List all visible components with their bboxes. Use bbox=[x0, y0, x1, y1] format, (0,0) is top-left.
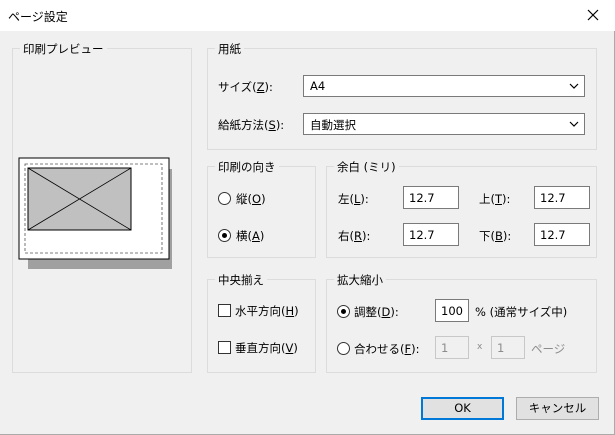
paper-size-value: A4 bbox=[310, 79, 326, 93]
paper-group: 用紙 サイズ(Z): A4 給紙方法(S): 自動選択 bbox=[207, 41, 597, 150]
fit-radio[interactable] bbox=[337, 342, 350, 355]
paper-size-select[interactable]: A4 bbox=[303, 75, 585, 97]
center-vertical-checkbox[interactable] bbox=[218, 341, 231, 354]
landscape-radio[interactable] bbox=[218, 229, 231, 242]
paper-source-select[interactable]: 自動選択 bbox=[303, 113, 585, 135]
margin-left-label: 左(L): bbox=[338, 192, 369, 206]
window-title: ページ設定 bbox=[8, 10, 68, 24]
center-vertical-label[interactable]: 垂直方向(V) bbox=[235, 340, 298, 356]
center-horizontal-checkbox[interactable] bbox=[218, 304, 231, 317]
fit-x-label: x bbox=[477, 342, 483, 352]
page-preview bbox=[18, 157, 172, 269]
ok-button[interactable]: OK bbox=[421, 397, 504, 420]
margin-right-input[interactable]: 12.7 bbox=[403, 223, 459, 246]
fit-pages-label: ページ bbox=[531, 342, 566, 356]
portrait-label[interactable]: 縦(O) bbox=[236, 191, 266, 207]
paper-source-value: 自動選択 bbox=[310, 118, 356, 132]
landscape-label[interactable]: 横(A) bbox=[236, 228, 264, 244]
adjust-suffix: % (通常サイズ中) bbox=[475, 305, 568, 319]
margins-group: 余白 (ミリ) 左(L): 12.7 上(T): 12.7 右(R): 12.7… bbox=[326, 159, 597, 258]
center-group: 中央揃え 水平方向(H) 垂直方向(V) bbox=[207, 272, 316, 373]
preview-group-label: 印刷プレビュー bbox=[20, 41, 107, 57]
portrait-radio[interactable] bbox=[218, 192, 231, 205]
fit-height-input[interactable]: 1 bbox=[491, 336, 525, 359]
margin-bottom-label: 下(B): bbox=[479, 229, 512, 243]
orientation-group: 印刷の向き 縦(O) 横(A) bbox=[207, 159, 316, 258]
preview-group: 印刷プレビュー bbox=[12, 41, 192, 373]
chevron-down-icon bbox=[569, 121, 579, 127]
adjust-percent-input[interactable]: 100 bbox=[435, 299, 469, 322]
cancel-button[interactable]: キャンセル bbox=[516, 397, 599, 420]
fit-label[interactable]: 合わせる(F): bbox=[354, 341, 420, 357]
margin-right-label: 右(R): bbox=[338, 229, 371, 243]
margin-top-label: 上(T): bbox=[479, 192, 511, 206]
margin-left-input[interactable]: 12.7 bbox=[403, 186, 459, 209]
paper-group-label: 用紙 bbox=[215, 41, 244, 57]
scaling-group: 拡大縮小 調整(D): 100 % (通常サイズ中) 合わせる(F): 1 x … bbox=[326, 272, 597, 373]
adjust-label[interactable]: 調整(D): bbox=[354, 304, 399, 320]
title-bar: ページ設定 bbox=[0, 0, 615, 31]
margin-bottom-input[interactable]: 12.7 bbox=[534, 223, 590, 246]
margin-top-input[interactable]: 12.7 bbox=[534, 186, 590, 209]
orientation-group-label: 印刷の向き bbox=[215, 159, 279, 175]
chevron-down-icon bbox=[569, 83, 579, 89]
paper-size-label: サイズ(Z): bbox=[218, 80, 273, 94]
center-group-label: 中央揃え bbox=[215, 272, 267, 288]
scaling-group-label: 拡大縮小 bbox=[334, 272, 386, 288]
dialog-body: 印刷プレビュー 用紙 サイズ(Z): A4 給紙方法(S): 自動選択 印刷の向… bbox=[0, 31, 615, 435]
center-horizontal-label[interactable]: 水平方向(H) bbox=[235, 303, 299, 319]
paper-source-label: 給紙方法(S): bbox=[218, 118, 285, 132]
close-icon[interactable] bbox=[585, 7, 601, 23]
adjust-radio[interactable] bbox=[337, 305, 350, 318]
margins-group-label: 余白 (ミリ) bbox=[334, 159, 399, 175]
fit-width-input[interactable]: 1 bbox=[435, 336, 469, 359]
